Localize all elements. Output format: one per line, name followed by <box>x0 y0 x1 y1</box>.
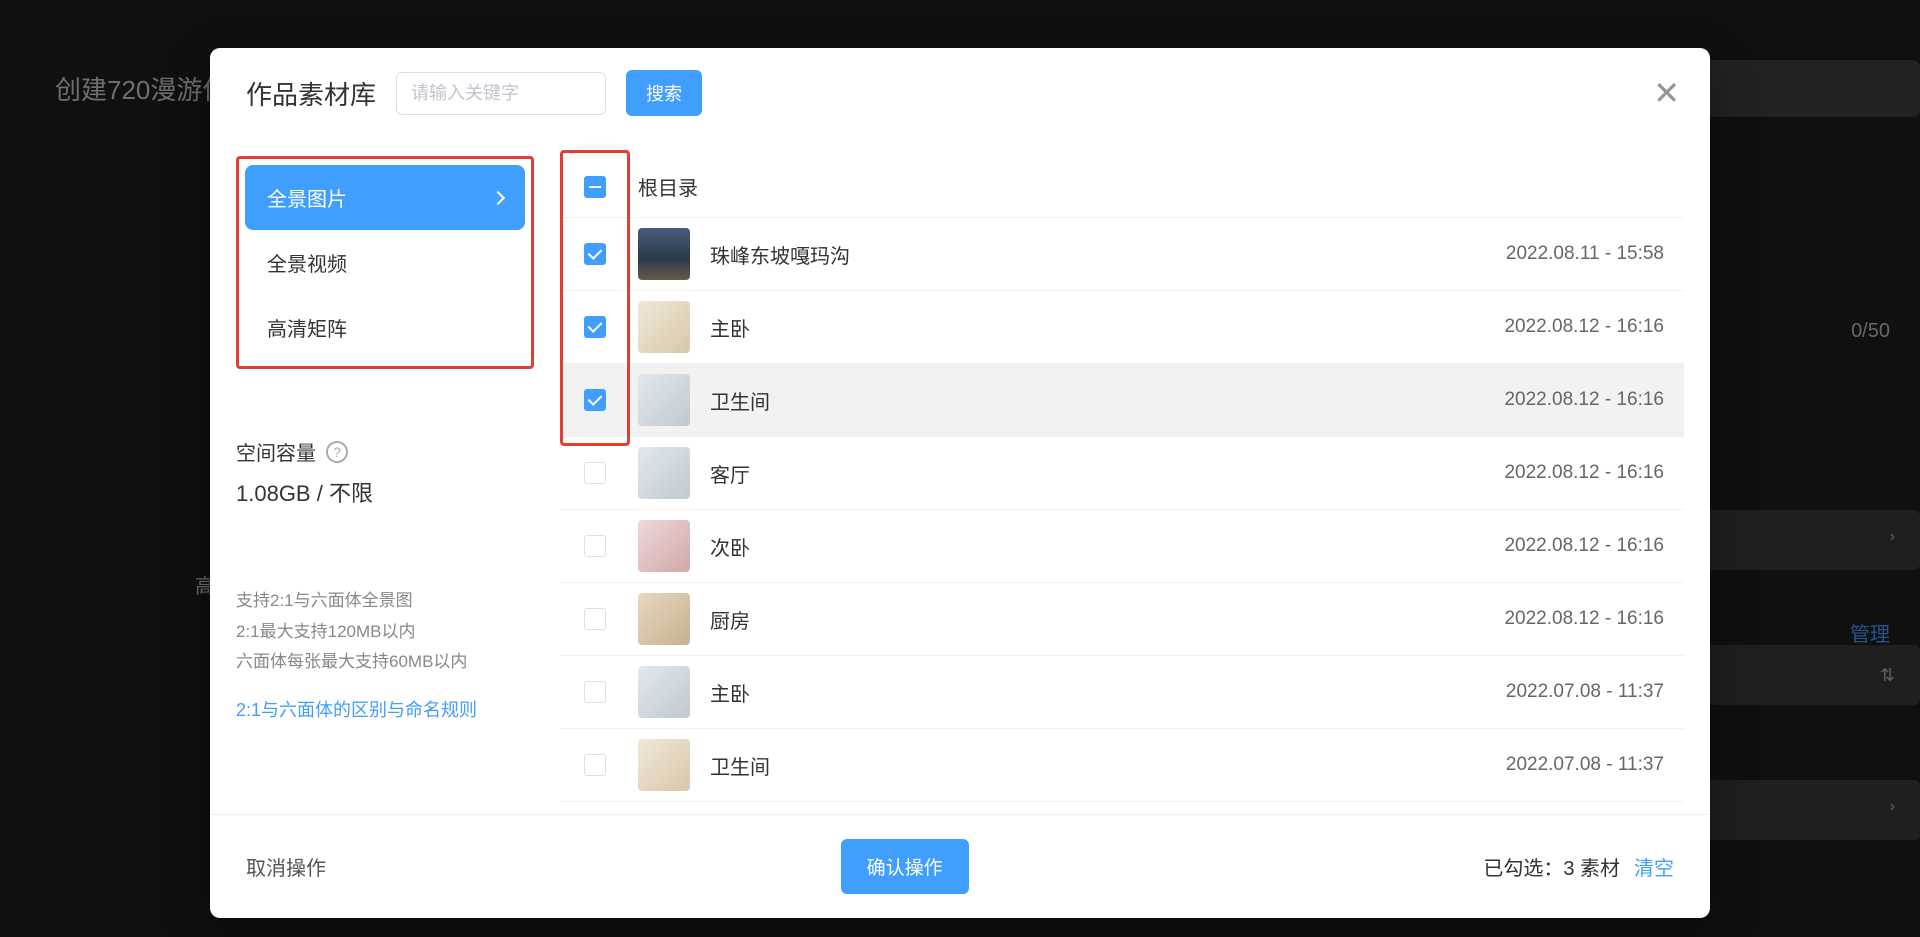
capacity-label-row: 空间容量 ? <box>236 437 534 466</box>
select-all-checkbox[interactable] <box>584 176 606 198</box>
hint-link[interactable]: 2:1与六面体的区别与命名规则 <box>236 696 534 722</box>
category-item[interactable]: 全景视频 <box>245 230 525 295</box>
list-item[interactable]: 卫生间 2022.07.08 - 11:37 <box>560 729 1684 802</box>
item-list[interactable]: 根目录 珠峰东坡嘎玛沟 2022.08.11 - 15:58 主卧 2022.08.1… <box>560 156 1710 814</box>
item-date: 2022.08.12 - 16:16 <box>1504 535 1664 557</box>
hint-line: 支持2:1与六面体全景图 <box>236 586 534 617</box>
list-header-row: 根目录 <box>560 156 1684 218</box>
item-thumbnail <box>638 666 690 718</box>
item-name: 主卧 <box>710 313 1484 342</box>
modal-footer: 取消操作 确认操作 已勾选：3 素材 清空 <box>210 814 1710 918</box>
category-item[interactable]: 高清矩阵 <box>245 295 525 360</box>
item-thumbnail <box>638 301 690 353</box>
hint-line: 六面体每张最大支持60MB以内 <box>236 647 534 678</box>
item-date: 2022.08.12 - 16:16 <box>1504 462 1664 484</box>
item-name: 卫生间 <box>710 751 1486 780</box>
item-date: 2022.08.12 - 16:16 <box>1504 316 1664 338</box>
sidebar: 全景图片全景视频高清矩阵 空间容量 ? 1.08GB / 不限 支持2:1与六面… <box>210 138 560 814</box>
item-checkbox[interactable] <box>584 462 606 484</box>
modal-overlay: 作品素材库 搜索 ✕ 全景图片全景视频高清矩阵 空间容量 ? 1.08GB / … <box>0 0 1920 937</box>
search-input[interactable] <box>396 72 606 115</box>
item-date: 2022.07.08 - 11:37 <box>1506 681 1664 703</box>
confirm-button[interactable]: 确认操作 <box>841 839 969 894</box>
category-label: 全景视频 <box>267 248 347 277</box>
item-name: 卫生间 <box>710 386 1484 415</box>
item-checkbox[interactable] <box>584 243 606 265</box>
clear-selection-link[interactable]: 清空 <box>1634 852 1674 881</box>
modal-body: 全景图片全景视频高清矩阵 空间容量 ? 1.08GB / 不限 支持2:1与六面… <box>210 138 1710 814</box>
item-checkbox[interactable] <box>584 316 606 338</box>
item-name: 主卧 <box>710 678 1486 707</box>
item-checkbox[interactable] <box>584 681 606 703</box>
help-icon[interactable]: ? <box>326 441 348 463</box>
item-thumbnail <box>638 228 690 280</box>
content-area: 根目录 珠峰东坡嘎玛沟 2022.08.11 - 15:58 主卧 2022.08.1… <box>560 138 1710 814</box>
search-button[interactable]: 搜索 <box>626 70 702 116</box>
root-folder-label: 根目录 <box>638 172 698 201</box>
item-thumbnail <box>638 739 690 791</box>
item-date: 2022.07.08 - 11:37 <box>1506 754 1664 776</box>
hint-line: 2:1最大支持120MB以内 <box>236 617 534 648</box>
item-name: 次卧 <box>710 532 1484 561</box>
capacity-value: 1.08GB / 不限 <box>236 476 534 508</box>
list-item[interactable]: 客厅 2022.08.12 - 16:16 <box>560 437 1684 510</box>
chevron-right-icon <box>491 190 505 204</box>
item-name: 厨房 <box>710 605 1484 634</box>
category-label: 全景图片 <box>267 183 347 212</box>
list-item[interactable]: 珠峰东坡嘎玛沟 2022.08.11 - 15:58 <box>560 218 1684 291</box>
item-name: 客厅 <box>710 459 1484 488</box>
item-name: 珠峰东坡嘎玛沟 <box>710 240 1486 269</box>
upload-hints: 支持2:1与六面体全景图2:1最大支持120MB以内六面体每张最大支持60MB以… <box>236 586 534 678</box>
cancel-button[interactable]: 取消操作 <box>246 852 326 881</box>
category-item[interactable]: 全景图片 <box>245 165 525 230</box>
item-date: 2022.08.11 - 15:58 <box>1506 243 1664 265</box>
item-thumbnail <box>638 374 690 426</box>
item-checkbox[interactable] <box>584 535 606 557</box>
item-checkbox[interactable] <box>584 608 606 630</box>
item-checkbox[interactable] <box>584 754 606 776</box>
material-library-modal: 作品素材库 搜索 ✕ 全景图片全景视频高清矩阵 空间容量 ? 1.08GB / … <box>210 48 1710 918</box>
category-highlight-box: 全景图片全景视频高清矩阵 <box>236 156 534 369</box>
list-item[interactable]: 厨房 2022.08.12 - 16:16 <box>560 583 1684 656</box>
list-item[interactable]: 次卧 2022.08.12 - 16:16 <box>560 510 1684 583</box>
item-checkbox[interactable] <box>584 389 606 411</box>
item-thumbnail <box>638 520 690 572</box>
selected-count-label: 已勾选：3 素材 <box>1483 852 1620 881</box>
modal-title: 作品素材库 <box>246 75 376 112</box>
item-thumbnail <box>638 447 690 499</box>
item-date: 2022.08.12 - 16:16 <box>1504 608 1664 630</box>
close-icon[interactable]: ✕ <box>1653 77 1680 109</box>
list-item[interactable]: 主卧 2022.07.08 - 11:37 <box>560 656 1684 729</box>
item-thumbnail <box>638 593 690 645</box>
item-date: 2022.08.12 - 16:16 <box>1504 389 1664 411</box>
modal-header: 作品素材库 搜索 ✕ <box>210 48 1710 138</box>
category-label: 高清矩阵 <box>267 313 347 342</box>
capacity-label: 空间容量 <box>236 437 316 466</box>
list-item[interactable]: 卫生间 2022.08.12 - 16:16 <box>560 364 1684 437</box>
list-item[interactable]: 主卧 2022.08.12 - 16:16 <box>560 291 1684 364</box>
